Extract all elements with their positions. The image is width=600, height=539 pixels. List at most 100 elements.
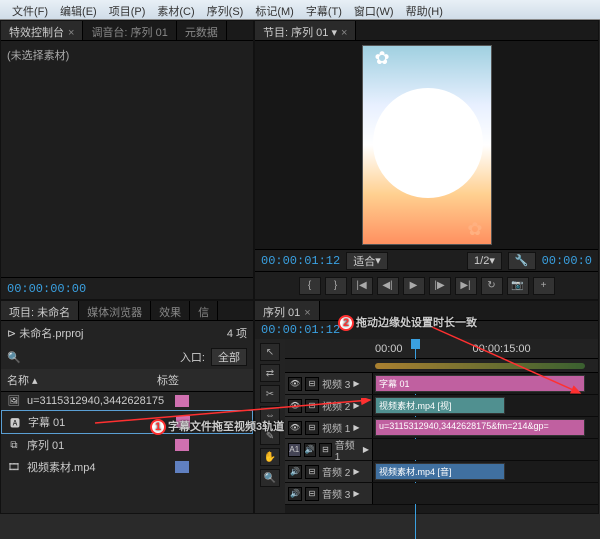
pen-tool[interactable]: ✎ <box>260 427 280 445</box>
mark-out-button[interactable]: } <box>325 277 347 295</box>
time-ruler[interactable]: 00:0000:00:15:00 <box>285 339 598 359</box>
timeline-timecode[interactable]: 00:00:01:12 <box>261 323 340 337</box>
clip-audio[interactable]: 视频素材.mp4 [音] <box>375 463 505 480</box>
export-frame-button[interactable]: 📷 <box>507 277 529 295</box>
tab-project[interactable]: 项目: 未命名 <box>1 301 79 320</box>
project-panel: 项目: 未命名 媒体浏览器 效果 信 ⊳ 未命名.prproj 4 项 🔍 入口… <box>0 300 254 514</box>
label-swatch[interactable] <box>175 461 189 473</box>
list-item[interactable]: 🅰 字幕 01 <box>1 410 253 434</box>
item-name: u=3115312940,3442628175 <box>27 395 169 407</box>
label-swatch[interactable] <box>176 416 190 428</box>
no-selection-text: (未选择素材) <box>1 41 253 277</box>
tab-media-browser[interactable]: 媒体浏览器 <box>79 301 151 320</box>
speaker-icon[interactable]: 🔊 <box>288 487 302 501</box>
circle-mask <box>373 88 483 198</box>
label-swatch[interactable] <box>175 439 189 451</box>
tab-audio-mixer[interactable]: 调音台: 序列 01 <box>83 21 176 40</box>
menu-file[interactable]: 文件(F) <box>6 0 54 19</box>
close-icon[interactable]: × <box>341 27 347 39</box>
col-name[interactable]: 名称 ▴ <box>7 372 157 388</box>
item-name: 字幕 01 <box>28 414 170 430</box>
audio-track-2: 🔊⊟音频 2 ▶ 视频素材.mp4 [音] <box>285 461 598 483</box>
slip-tool[interactable]: ⇔ <box>260 406 280 424</box>
eye-icon[interactable]: 👁 <box>288 421 302 435</box>
search-icon[interactable]: 🔍 <box>7 351 21 364</box>
overflow-button[interactable]: + <box>533 277 555 295</box>
video-track-3: 👁⊟视频 3 ▶ 字幕 01 <box>285 373 598 395</box>
sync-lock-icon[interactable]: ⊟ <box>319 443 332 457</box>
image-icon: 🖼 <box>7 395 21 407</box>
tab-info[interactable]: 信 <box>190 301 218 320</box>
razor-tool[interactable]: ✂ <box>260 385 280 403</box>
menu-marker[interactable]: 标记(M) <box>249 0 300 19</box>
step-back-button[interactable]: ◀| <box>377 277 399 295</box>
effect-controls-panel: 特效控制台× 调音台: 序列 01 元数据 (未选择素材) 00:00:00:0… <box>0 20 254 300</box>
sync-lock-icon[interactable]: ⊟ <box>305 421 319 435</box>
flower-icon: ✿ <box>467 219 482 240</box>
program-duration: 00:00:0 <box>542 254 592 268</box>
sync-lock-icon[interactable]: ⊟ <box>305 377 319 391</box>
menu-title[interactable]: 字幕(T) <box>300 0 348 19</box>
tab-effects[interactable]: 效果 <box>151 301 190 320</box>
clip-title[interactable]: 字幕 01 <box>375 375 585 392</box>
tab-sequence[interactable]: 序列 01× <box>255 301 320 320</box>
list-item[interactable]: 🎞 视频素材.mp4 <box>1 456 253 478</box>
video-preview[interactable]: ✿ ✿ <box>255 41 598 249</box>
program-timecode[interactable]: 00:00:01:12 <box>261 254 340 268</box>
resolution-half[interactable]: 1/2 ▾ <box>467 252 502 270</box>
tab-program[interactable]: 节目: 序列 01 ▾× <box>255 21 356 40</box>
list-item[interactable]: ⧉ 序列 01 <box>1 434 253 456</box>
menu-sequence[interactable]: 序列(S) <box>201 0 250 19</box>
transport-controls: { } |◀ ◀| ▶ |▶ ▶| ↻ 📷 + <box>255 271 598 299</box>
selection-tool[interactable]: ↖ <box>260 343 280 361</box>
source-timecode[interactable]: 00:00:00:00 <box>7 282 86 296</box>
filter-all[interactable]: 全部 <box>211 348 247 366</box>
go-in-button[interactable]: |◀ <box>351 277 373 295</box>
speaker-icon[interactable]: 🔊 <box>304 443 317 457</box>
sync-lock-icon[interactable]: ⊟ <box>305 399 319 413</box>
close-icon[interactable]: × <box>304 307 310 319</box>
tab-metadata[interactable]: 元数据 <box>177 21 227 40</box>
project-items: 🖼 u=3115312940,3442628175 🅰 字幕 01 ⧉ 序列 0… <box>1 392 253 478</box>
play-button[interactable]: ▶ <box>403 277 425 295</box>
item-name: 视频素材.mp4 <box>27 459 169 475</box>
sync-lock-icon[interactable]: ⊟ <box>305 465 319 479</box>
label-swatch[interactable] <box>175 395 189 407</box>
sequence-icon: ⧉ <box>7 439 21 451</box>
go-out-button[interactable]: ▶| <box>455 277 477 295</box>
menu-edit[interactable]: 编辑(E) <box>54 0 103 19</box>
speaker-icon[interactable]: 🔊 <box>288 465 302 479</box>
eye-icon[interactable]: 👁 <box>288 399 302 413</box>
menu-project[interactable]: 项目(P) <box>103 0 152 19</box>
close-icon[interactable]: × <box>68 27 74 39</box>
step-fwd-button[interactable]: |▶ <box>429 277 451 295</box>
sync-lock-icon[interactable]: ⊟ <box>305 487 319 501</box>
list-item[interactable]: 🖼 u=3115312940,3442628175 <box>1 392 253 410</box>
loop-button[interactable]: ↻ <box>481 277 503 295</box>
clip-image[interactable]: u=3115312940,3442628175&fm=214&gp= <box>375 419 585 436</box>
mark-in-button[interactable]: { <box>299 277 321 295</box>
tab-effect-controls[interactable]: 特效控制台× <box>1 21 83 40</box>
eye-icon[interactable]: 👁 <box>288 377 302 391</box>
clip-video[interactable]: 视频素材.mp4 [视] <box>375 397 505 414</box>
a1-patch[interactable]: A1 <box>288 443 301 457</box>
audio-track-1: A1🔊⊟音频 1 ▶ <box>285 439 598 461</box>
flower-icon: ✿ <box>375 48 390 69</box>
video-icon: 🎞 <box>7 461 21 473</box>
video-frame: ✿ ✿ <box>362 45 492 245</box>
zoom-fit[interactable]: 适合 ▾ <box>346 252 388 270</box>
video-track-1: 👁⊟视频 1 ▶ u=3115312940,3442628175&fm=214&… <box>285 417 598 439</box>
timeline-tracks[interactable]: 00:0000:00:15:00 👁⊟视频 3 ▶ 字幕 01 👁⊟视频 2 ▶… <box>285 339 598 513</box>
ripple-tool[interactable]: ⇄ <box>260 364 280 382</box>
menu-clip[interactable]: 素材(C) <box>151 0 200 19</box>
program-monitor: 节目: 序列 01 ▾× ✿ ✿ 00:00:01:12 适合 ▾ 1/2 ▾ … <box>254 20 599 300</box>
hand-tool[interactable]: ✋ <box>260 448 280 466</box>
menu-window[interactable]: 窗口(W) <box>348 0 400 19</box>
settings-icon[interactable]: 🔧 <box>508 252 536 270</box>
work-area-bar[interactable] <box>285 359 598 373</box>
timeline-panel: 序列 01× 00:00:01:12 ↖ ⇄ ✂ ⇔ ✎ ✋ 🔍 00:0000… <box>254 300 599 514</box>
col-label[interactable]: 标签 <box>157 372 217 388</box>
in-label: 入口: <box>180 349 205 365</box>
zoom-tool[interactable]: 🔍 <box>260 469 280 487</box>
menu-help[interactable]: 帮助(H) <box>400 0 449 19</box>
